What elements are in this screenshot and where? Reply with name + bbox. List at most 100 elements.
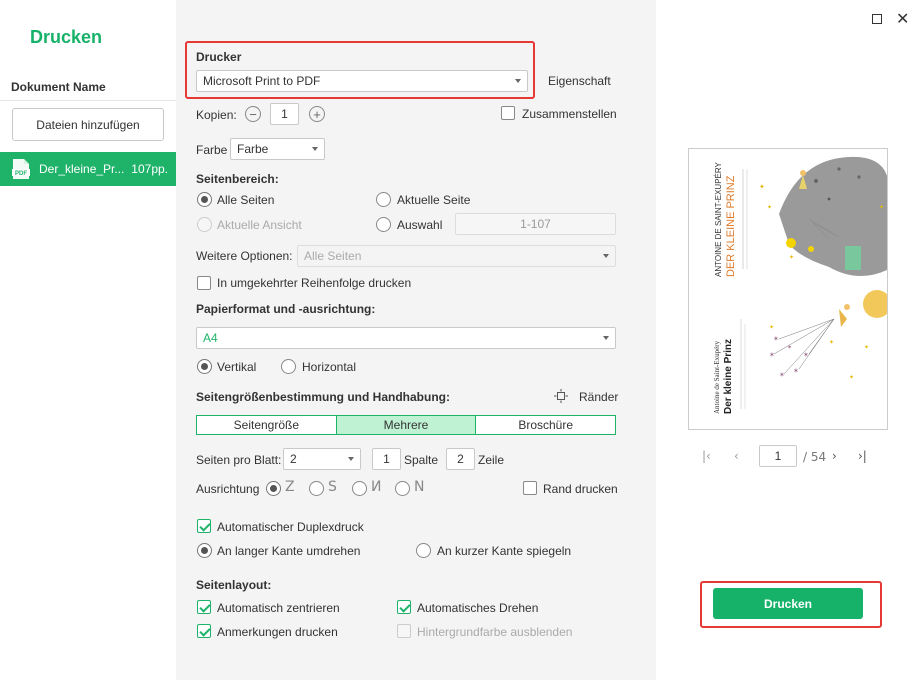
auto-center-checkbox[interactable] [197, 600, 211, 614]
svg-text:✶: ✶ [803, 351, 809, 359]
order-s-radio[interactable] [309, 481, 324, 496]
print-annotations-label: Anmerkungen drucken [217, 625, 338, 639]
paper-size-select[interactable]: A4 [196, 327, 616, 349]
book-bottom-author: Antoine de Saint-Exupéry [713, 340, 721, 414]
margins-icon[interactable] [554, 389, 568, 403]
print-border-checkbox[interactable] [523, 481, 537, 495]
copies-plus-button[interactable]: + [309, 106, 325, 122]
copies-minus-button[interactable]: − [245, 106, 261, 122]
current-view-radio[interactable] [197, 217, 212, 232]
next-page-icon[interactable]: › [832, 449, 837, 463]
copies-label: Kopien: [196, 108, 237, 122]
svg-text:✦: ✦ [879, 204, 884, 211]
hide-background-checkbox[interactable] [397, 624, 411, 638]
printer-select-value: Microsoft Print to PDF [203, 74, 321, 88]
close-icon[interactable]: ✕ [896, 9, 909, 28]
short-edge-radio[interactable] [416, 543, 431, 558]
add-files-button[interactable]: Dateien hinzufügen [12, 108, 164, 141]
color-select[interactable]: Farbe [230, 138, 325, 160]
last-page-icon[interactable]: ›| [858, 449, 867, 463]
chevron-down-icon [603, 254, 609, 258]
pdf-file-icon: PDF [12, 159, 30, 179]
sizing-title: Seitengrößenbestimmung und Handhabung: [196, 390, 450, 404]
margins-label[interactable]: Ränder [579, 390, 618, 404]
svg-text:✦: ✦ [864, 344, 869, 351]
tab-multiple[interactable]: Mehrere [336, 416, 477, 434]
svg-text:✦: ✦ [789, 254, 794, 261]
tab-booklet[interactable]: Broschüre [476, 416, 615, 434]
all-pages-radio[interactable] [197, 192, 212, 207]
all-pages-label: Alle Seiten [217, 193, 275, 207]
svg-text:✦: ✦ [849, 374, 854, 381]
current-page-label: Aktuelle Seite [397, 193, 471, 207]
svg-text:✦: ✦ [829, 339, 834, 346]
more-options-value: Alle Seiten [304, 249, 362, 263]
collate-checkbox[interactable] [501, 106, 515, 120]
printer-select[interactable]: Microsoft Print to PDF [196, 70, 528, 92]
preview-page-input[interactable]: 1 [759, 445, 797, 467]
svg-text:✦: ✦ [767, 204, 772, 211]
pages-per-sheet-value: 2 [290, 452, 297, 466]
rows-input[interactable]: 2 [446, 448, 475, 470]
maximize-icon[interactable] [872, 14, 882, 24]
auto-rotate-checkbox[interactable] [397, 600, 411, 614]
sizing-tabs: Seitengröße Mehrere Broschüre [196, 415, 616, 435]
pages-per-sheet-label: Seiten pro Blatt: [196, 453, 282, 467]
prev-page-icon[interactable]: ‹ [734, 449, 739, 463]
auto-duplex-label: Automatischer Duplexdruck [217, 520, 364, 534]
paper-size-value: A4 [203, 331, 218, 345]
columns-input[interactable]: 1 [372, 448, 401, 470]
print-annotations-checkbox[interactable] [197, 624, 211, 638]
more-options-select[interactable]: Alle Seiten [297, 245, 616, 267]
first-page-icon[interactable]: |‹ [702, 449, 711, 463]
order-n-icon: N [414, 479, 425, 495]
color-label: Farbe [196, 143, 228, 157]
portrait-radio[interactable] [197, 359, 212, 374]
landscape-label: Horizontal [302, 360, 357, 374]
order-n-reverse-radio[interactable] [352, 481, 367, 496]
tab-page-size[interactable]: Seitengröße [197, 416, 337, 434]
page-layout-title: Seitenlayout: [196, 578, 272, 592]
current-page-radio[interactable] [376, 192, 391, 207]
order-z-icon: Z [285, 479, 295, 495]
print-preview: ANTOINE DE SAINT-EXUPÉRY DER KLEINE PRIN… [688, 148, 888, 430]
long-edge-label: An langer Kante umdrehen [217, 544, 361, 558]
app-title: Drucken [30, 27, 103, 47]
landscape-radio[interactable] [281, 359, 296, 374]
file-list-item[interactable]: PDF Der_kleine_Pr... 107pp. [0, 152, 176, 186]
sidebar: Drucken Dokument Name Dateien hinzufügen… [0, 0, 176, 680]
print-button[interactable]: Drucken [713, 588, 863, 619]
order-n-radio[interactable] [395, 481, 410, 496]
long-edge-radio[interactable] [197, 543, 212, 558]
auto-duplex-checkbox[interactable] [197, 519, 211, 533]
page-range-title: Seitenbereich: [196, 172, 279, 186]
current-view-label: Aktuelle Ansicht [217, 218, 302, 232]
page-total: / 54 [803, 450, 827, 464]
book-cover-preview: ANTOINE DE SAINT-EXUPÉRY DER KLEINE PRIN… [713, 156, 887, 414]
color-select-value: Farbe [237, 142, 269, 156]
pages-per-sheet-select[interactable]: 2 [283, 448, 361, 470]
svg-text:✶: ✶ [779, 371, 785, 379]
selection-radio[interactable] [376, 217, 391, 232]
printer-section-title: Drucker [196, 50, 242, 64]
sidebar-divider [0, 100, 176, 101]
svg-text:✶: ✶ [787, 344, 792, 351]
printer-properties-link[interactable]: Eigenschaft [548, 74, 611, 88]
short-edge-label: An kurzer Kante spiegeln [437, 544, 572, 558]
more-options-label: Weitere Optionen: [196, 249, 293, 263]
selection-label: Auswahl [397, 218, 443, 232]
rows-label: Zeile [478, 453, 505, 467]
chevron-down-icon [603, 336, 609, 340]
file-name: Der_kleine_Pr... [39, 162, 125, 176]
svg-text:✶: ✶ [793, 367, 799, 375]
book-top-half: ANTOINE DE SAINT-EXUPÉRY DER KLEINE PRIN… [714, 156, 887, 277]
svg-text:✦: ✦ [769, 324, 774, 331]
auto-rotate-label: Automatisches Drehen [417, 601, 539, 615]
book-top-title: DER KLEINE PRINZ [725, 175, 737, 277]
document-name-header: Dokument Name [11, 80, 106, 94]
page-range-input[interactable]: 1-107 [455, 213, 616, 235]
reverse-order-checkbox[interactable] [197, 276, 211, 290]
copies-input[interactable]: 1 [270, 103, 299, 125]
pdf-icon-label: PDF [15, 171, 27, 177]
order-z-radio[interactable] [266, 481, 281, 496]
